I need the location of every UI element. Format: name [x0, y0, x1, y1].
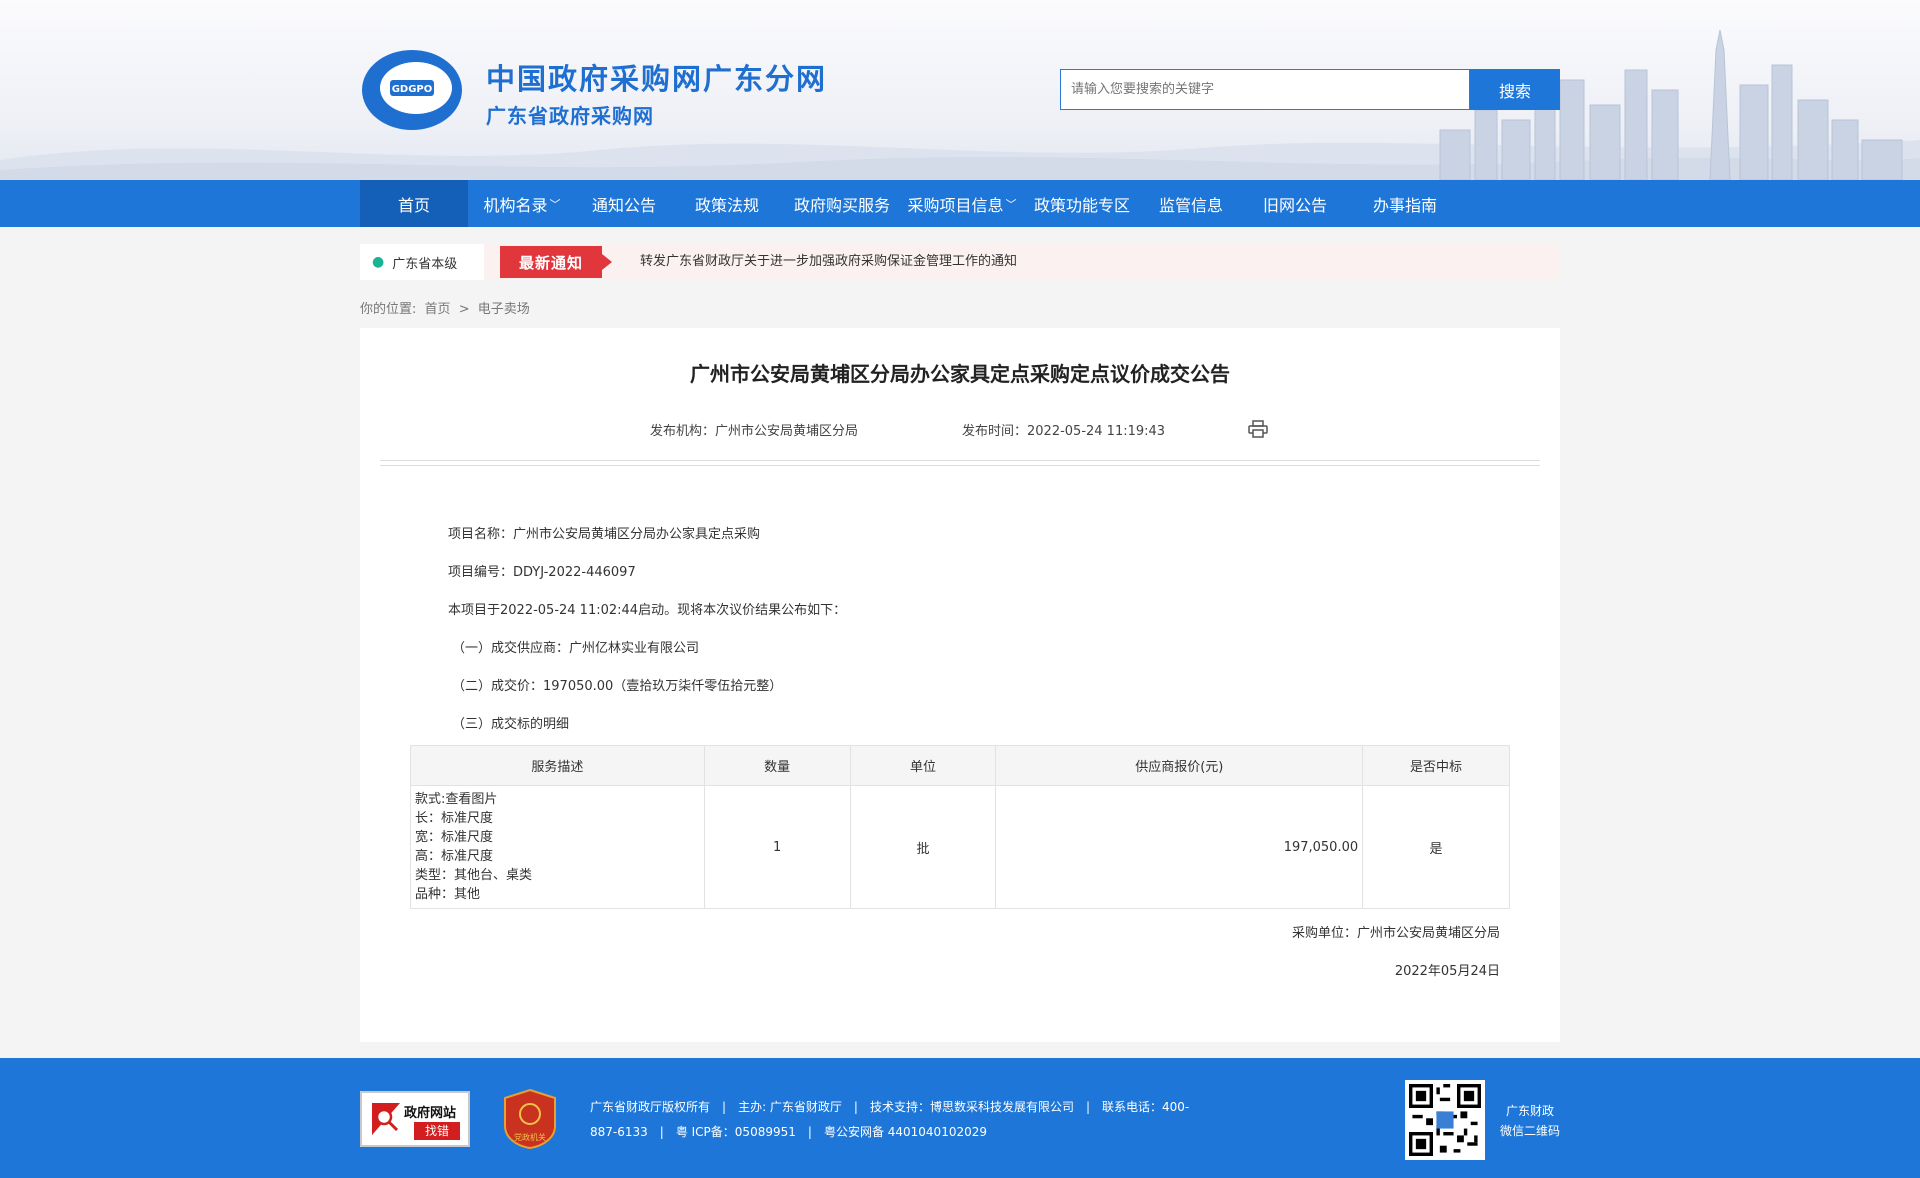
notice-date: 2022年05月24日 [1394, 964, 1500, 979]
chevron-down-icon: ﹀ [549, 197, 561, 211]
site-header: GDGPO 中国政府采购网广东分网 广东省政府采购网 搜索 [0, 0, 1920, 180]
qr-code-label: 广东财政 微信二维码 [1500, 1101, 1560, 1141]
buyer-unit: 采购单位：广州市公安局黄埔区分局 [1291, 926, 1500, 941]
print-icon[interactable] [1248, 420, 1268, 438]
desc-line: 类型：其他台、桌类 [415, 868, 533, 883]
col-header-unit: 单位 [849, 745, 997, 786]
desc-line: 款式:查看图片 [415, 792, 498, 807]
deal-price: （二）成交价：197050.00（壹拾玖万柒仟零伍拾元整） [452, 679, 783, 694]
article-panel: 广州市公安局黄埔区分局办公家具定点采购定点议价成交公告 发布机构：广州市公安局黄… [360, 328, 1560, 1042]
intro-text: 本项目于2022-05-24 11:02:44启动。现将本次议价结果公布如下： [448, 603, 847, 618]
nav-item-notices[interactable]: 通知公告 [576, 180, 672, 227]
nav-item-gov-services[interactable]: 政府购买服务 [782, 180, 902, 227]
nav-item-policy-zone[interactable]: 政策功能专区 [1022, 180, 1142, 227]
desc-line: 长：标准尺度 [415, 811, 494, 826]
main-nav: 首页 机构名录 ﹀ 通知公告 政策法规 政府购买服务 采购项目信息 ﹀ 政策功能专区… [0, 180, 1920, 227]
qr-code-icon [1409, 1084, 1481, 1156]
nav-item-policies[interactable]: 政策法规 [672, 180, 782, 227]
gov-site-label: 政府网站 [404, 1106, 457, 1121]
detail-heading: （三）成交标的明细 [452, 717, 570, 732]
nav-item-directory[interactable]: 机构名录 ﹀ [468, 180, 576, 227]
header-divider [380, 460, 1540, 466]
icp-link[interactable]: 粤 ICP备：05089951 [676, 1125, 796, 1139]
nav-item-projects[interactable]: 采购项目信息 ﹀ [902, 180, 1022, 227]
site-title: 中国政府采购网广东分网 [486, 62, 828, 96]
location-selector[interactable]: ● 广东省本级 [360, 244, 484, 280]
latest-notice-link[interactable]: 转发广东省财政厅关于进一步加强政府采购保证金管理工作的通知 [640, 244, 1017, 280]
cell-unit: 批 [849, 785, 997, 909]
col-header-qty: 数量 [703, 745, 851, 786]
host-text: 主办: 广东省财政厅 [738, 1100, 842, 1114]
nav-item-guide[interactable]: 办事指南 [1350, 180, 1460, 227]
breadcrumb-home[interactable]: 首页 [425, 302, 451, 317]
logo-text: GDGPO [392, 84, 433, 95]
table-row: 款式:查看图片 长：标准尺度 宽：标准尺度 高：标准尺度 类型：其他台、桌类 品… [410, 785, 1510, 909]
wechat-qr-code [1405, 1080, 1485, 1160]
qr-label-line-2: 微信二维码 [1500, 1124, 1561, 1138]
badge-text: 党政机关 [514, 1132, 546, 1142]
phone-text: 联系电话：400- [1102, 1100, 1190, 1114]
breadcrumb-prefix: 你的位置: [360, 302, 417, 317]
article-title: 广州市公安局黄埔区分局办公家具定点采购定点议价成交公告 [690, 362, 1230, 386]
search-button[interactable]: 搜索 [1470, 69, 1560, 110]
search-input[interactable] [1060, 69, 1470, 110]
gov-site-error-report-button[interactable]: 政府网站 找错 [360, 1091, 470, 1147]
col-header-price: 供应商报价(元) [995, 745, 1364, 786]
desc-line: 品种：其他 [415, 887, 481, 902]
breadcrumb: 你的位置: 首页 > 电子卖场 [360, 298, 534, 317]
winning-supplier: （一）成交供应商：广州亿林实业有限公司 [452, 641, 700, 656]
tech-support-text: 技术支持：博思数采科技发展有限公司 [869, 1100, 1074, 1114]
police-record-link[interactable]: 粤公安网备 4401040102029 [824, 1125, 987, 1139]
site-subtitle: 广东省政府采购网 [486, 104, 654, 128]
latest-notice-badge: 最新通知 [500, 246, 612, 278]
copyright-text: 广东省财政厅版权所有 [590, 1100, 711, 1114]
phone-text-cont: 887-6133 [590, 1125, 648, 1139]
cell-desc: 款式:查看图片 长：标准尺度 宽：标准尺度 高：标准尺度 类型：其他台、桌类 品… [410, 785, 705, 909]
breadcrumb-separator: > [458, 302, 470, 317]
desc-line: 高：标准尺度 [415, 849, 494, 864]
article-publish-time: 发布时间：2022-05-24 11:19:43 [962, 424, 1166, 439]
cell-won: 是 [1362, 785, 1510, 909]
site-footer: 政府网站 找错 党政机关 广东省财政厅版权所有 | 主办: 广东省财政厅 | 技术支持：… [0, 1058, 1920, 1178]
col-header-desc: 服务描述 [410, 745, 705, 786]
magnifier-icon [372, 1103, 400, 1135]
gdgpo-logo-icon: GDGPO [362, 50, 462, 130]
project-name: 项目名称：广州市公安局黄埔区分局办公家具定点采购 [448, 527, 761, 542]
location-label: 广东省本级 [392, 256, 458, 272]
col-header-won: 是否中标 [1362, 745, 1510, 786]
notice-bar: ● 广东省本级 最新通知 转发广东省财政厅关于进一步加强政府采购保证金管理工作的… [360, 244, 1560, 280]
find-error-label: 找错 [414, 1122, 460, 1140]
nav-item-old-notices[interactable]: 旧网公告 [1240, 180, 1350, 227]
location-pin-icon: ● [372, 254, 385, 270]
qr-label-line-1: 广东财政 [1506, 1104, 1555, 1118]
breadcrumb-current[interactable]: 电子卖场 [478, 302, 530, 317]
footer-line-2: 887-6133 | 粤 ICP备：05089951 | 粤公安网备 440104010… [590, 1125, 988, 1139]
detail-table: 服务描述 数量 单位 供应商报价(元) 是否中标 款式:查看图片 长：标准尺度 … [410, 745, 1510, 909]
project-number: 项目编号：DDYJ-2022-446097 [448, 565, 636, 580]
desc-line: 宽：标准尺度 [415, 830, 494, 845]
chevron-down-icon: ﹀ [1005, 197, 1017, 211]
party-gov-org-badge-icon[interactable]: 党政机关 [503, 1088, 557, 1150]
cell-price: 197,050.00 [995, 785, 1364, 909]
cell-qty: 1 [703, 785, 851, 909]
nav-item-supervision[interactable]: 监管信息 [1142, 180, 1240, 227]
footer-line-1: 广东省财政厅版权所有 | 主办: 广东省财政厅 | 技术支持：博思数采科技发展有限公司 |… [590, 1100, 1190, 1114]
nav-item-home[interactable]: 首页 [360, 180, 468, 227]
article-publisher: 发布机构：广州市公安局黄埔区分局 [650, 424, 859, 439]
